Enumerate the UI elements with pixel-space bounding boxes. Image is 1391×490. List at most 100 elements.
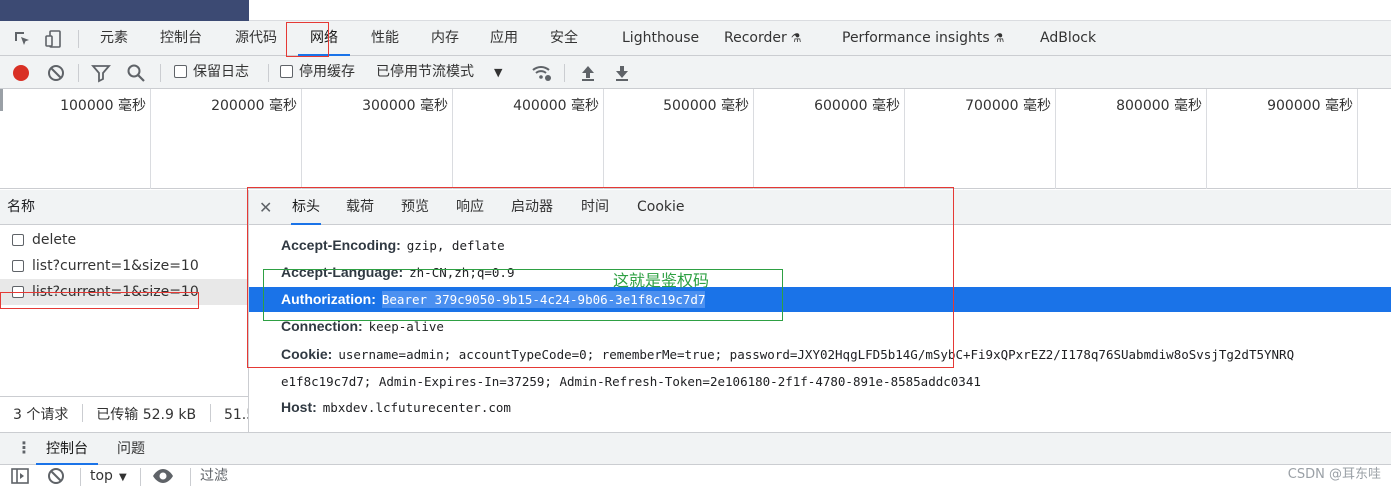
header-row-cookie[interactable]: Cookie: username=admin; accountTypeCode=0…: [281, 341, 1391, 368]
header-row-accept-encoding[interactable]: Accept-Encoding: gzip, deflate: [281, 232, 505, 259]
annotation-label: 这就是鉴权码: [613, 271, 710, 290]
header-row-authorization-selected[interactable]: Authorization: Bearer 379c9050-9b15-4c24-…: [249, 287, 1391, 312]
transferred-size: 已传输 52.9 kB: [96, 407, 197, 423]
header-name: Authorization:: [281, 291, 376, 307]
request-name: list?current=1&size=10: [32, 258, 199, 274]
document-icon: [12, 286, 24, 298]
header-row-host[interactable]: Host: mbxdev.lcfuturecenter.com: [281, 394, 511, 421]
chevron-down-icon: ▼: [118, 472, 127, 483]
checkbox-box[interactable]: [280, 65, 293, 78]
drawer-tab-issues[interactable]: 问题: [117, 433, 145, 465]
record-icon[interactable]: [11, 63, 31, 83]
drawer-tab-console[interactable]: 控制台: [36, 433, 98, 465]
header-name: Accept-Encoding:: [281, 237, 401, 253]
request-row-selected[interactable]: list?current=1&size=10: [0, 279, 248, 305]
header-row-accept-language[interactable]: Accept-Language: zh-CN,zh;q=0.9: [281, 259, 514, 286]
close-icon[interactable]: ✕: [259, 190, 272, 225]
tab-recorder[interactable]: Recorder ⚗: [724, 21, 802, 56]
header-value-highlighted: Bearer 379c9050-9b15-4c24-9b06-3e1f8c19c…: [381, 291, 706, 308]
tab-headers[interactable]: 标头: [291, 190, 321, 225]
preserve-log-checkbox[interactable]: 保留日志: [174, 56, 249, 89]
tab-payload[interactable]: 载荷: [346, 190, 374, 225]
header-row-cookie-continued: e1f8c19c7d7; Admin-Expires-In=37259; Adm…: [281, 368, 981, 395]
request-name: delete: [32, 232, 77, 248]
header-value: gzip, deflate: [406, 238, 505, 253]
timeline-tick: 600000 毫秒: [754, 89, 905, 189]
header-name: Accept-Language:: [281, 264, 404, 280]
more-options-icon[interactable]: ⋮: [16, 439, 32, 457]
header-value: username=admin; accountTypeCode=0; remem…: [338, 347, 1295, 362]
tab-security[interactable]: 安全: [550, 21, 578, 56]
drawer-tabbar: ⋮ 控制台 问题: [0, 432, 1391, 465]
tab-performance-insights-label: Performance insights: [842, 30, 990, 46]
header-value: keep-alive: [368, 319, 444, 334]
tab-cookie[interactable]: Cookie: [637, 190, 685, 225]
disable-cache-label: 停用缓存: [299, 64, 355, 80]
sidebar-toggle-icon[interactable]: [10, 465, 30, 488]
request-row[interactable]: list?current=1&size=10: [0, 253, 248, 279]
tab-timing[interactable]: 时间: [581, 190, 609, 225]
clear-icon[interactable]: [46, 63, 66, 83]
header-name: Cookie:: [281, 346, 333, 362]
console-filter-input[interactable]: 过滤: [200, 465, 228, 488]
tab-adblock[interactable]: AdBlock: [1040, 21, 1096, 56]
import-har-icon[interactable]: [578, 63, 598, 83]
timeline-start-marker: [0, 89, 3, 111]
footer-divider: [209, 404, 211, 422]
throttle-select[interactable]: 已停用节流模式 ▼: [376, 56, 502, 89]
toolbar-divider: [80, 468, 81, 486]
tab-performance-insights[interactable]: Performance insights ⚗: [842, 21, 1004, 56]
resources-size: 51.5: [223, 407, 248, 423]
live-expression-eye-icon[interactable]: [152, 465, 174, 488]
network-conditions-icon[interactable]: [531, 63, 551, 83]
request-list: 名称 delete list?current=1&size=10 list?cu…: [0, 190, 249, 432]
header-name: Connection:: [281, 318, 363, 334]
preserve-log-label: 保留日志: [193, 64, 249, 80]
header-value: e1f8c19c7d7; Admin-Expires-In=37259; Adm…: [281, 374, 981, 389]
chevron-down-icon: ▼: [494, 66, 503, 79]
watermark: CSDN @耳东哇: [1287, 467, 1381, 482]
toolbar-divider: [160, 64, 161, 82]
timeline-tick: 900000 毫秒: [1207, 89, 1358, 189]
toolbar-divider: [78, 30, 79, 48]
inspect-element-icon[interactable]: [12, 29, 32, 49]
timeline-tick: 700000 毫秒: [905, 89, 1056, 189]
network-summary-bar: 3 个请求 已传输 52.9 kB 51.5: [0, 396, 248, 432]
tab-application[interactable]: 应用: [490, 21, 518, 56]
request-name: list?current=1&size=10: [32, 284, 199, 300]
document-icon: [12, 234, 24, 246]
timeline-tick: 500000 毫秒: [604, 89, 754, 189]
experiment-flask-icon: ⚗: [993, 31, 1005, 45]
network-toolbar: 保留日志 停用缓存 已停用节流模式 ▼: [0, 56, 1391, 89]
column-header-name[interactable]: 名称: [0, 190, 248, 225]
tab-response[interactable]: 响应: [456, 190, 484, 225]
request-row[interactable]: delete: [0, 227, 248, 253]
toolbar-divider: [564, 64, 565, 82]
search-icon[interactable]: [126, 63, 146, 83]
filter-icon[interactable]: [91, 63, 111, 83]
device-toolbar-icon[interactable]: [44, 29, 64, 49]
timeline-tick: 300000 毫秒: [302, 89, 453, 189]
export-har-icon[interactable]: [612, 63, 632, 83]
console-toolbar: top ▼ 过滤: [0, 465, 1391, 488]
tab-lighthouse[interactable]: Lighthouse: [622, 21, 699, 56]
devtools-main-tabbar: 元素 控制台 源代码 网络 性能 内存 应用 安全 Lighthouse Rec…: [0, 21, 1391, 56]
disable-cache-checkbox[interactable]: 停用缓存: [280, 56, 355, 89]
tab-sources[interactable]: 源代码: [235, 21, 277, 56]
tab-memory[interactable]: 内存: [431, 21, 459, 56]
tab-console[interactable]: 控制台: [160, 21, 202, 56]
tab-elements[interactable]: 元素: [100, 21, 128, 56]
tab-performance[interactable]: 性能: [371, 21, 399, 56]
tab-network[interactable]: 网络: [298, 21, 350, 56]
context-select[interactable]: top ▼: [90, 465, 127, 488]
checkbox-box[interactable]: [174, 65, 187, 78]
clear-console-icon[interactable]: [46, 465, 66, 488]
tab-preview[interactable]: 预览: [401, 190, 429, 225]
header-row-connection[interactable]: Connection: keep-alive: [281, 313, 444, 340]
timeline-overview[interactable]: 100000 毫秒 200000 毫秒 300000 毫秒 400000 毫秒 …: [0, 89, 1391, 189]
request-details-panel: ✕ 标头 载荷 预览 响应 启动器 时间 Cookie Accept-Encod…: [249, 190, 1391, 432]
header-value: zh-CN,zh;q=0.9: [409, 265, 515, 280]
context-label: top: [90, 468, 113, 484]
details-tabbar: ✕ 标头 载荷 预览 响应 启动器 时间 Cookie: [249, 190, 1391, 225]
tab-initiator[interactable]: 启动器: [511, 190, 553, 225]
